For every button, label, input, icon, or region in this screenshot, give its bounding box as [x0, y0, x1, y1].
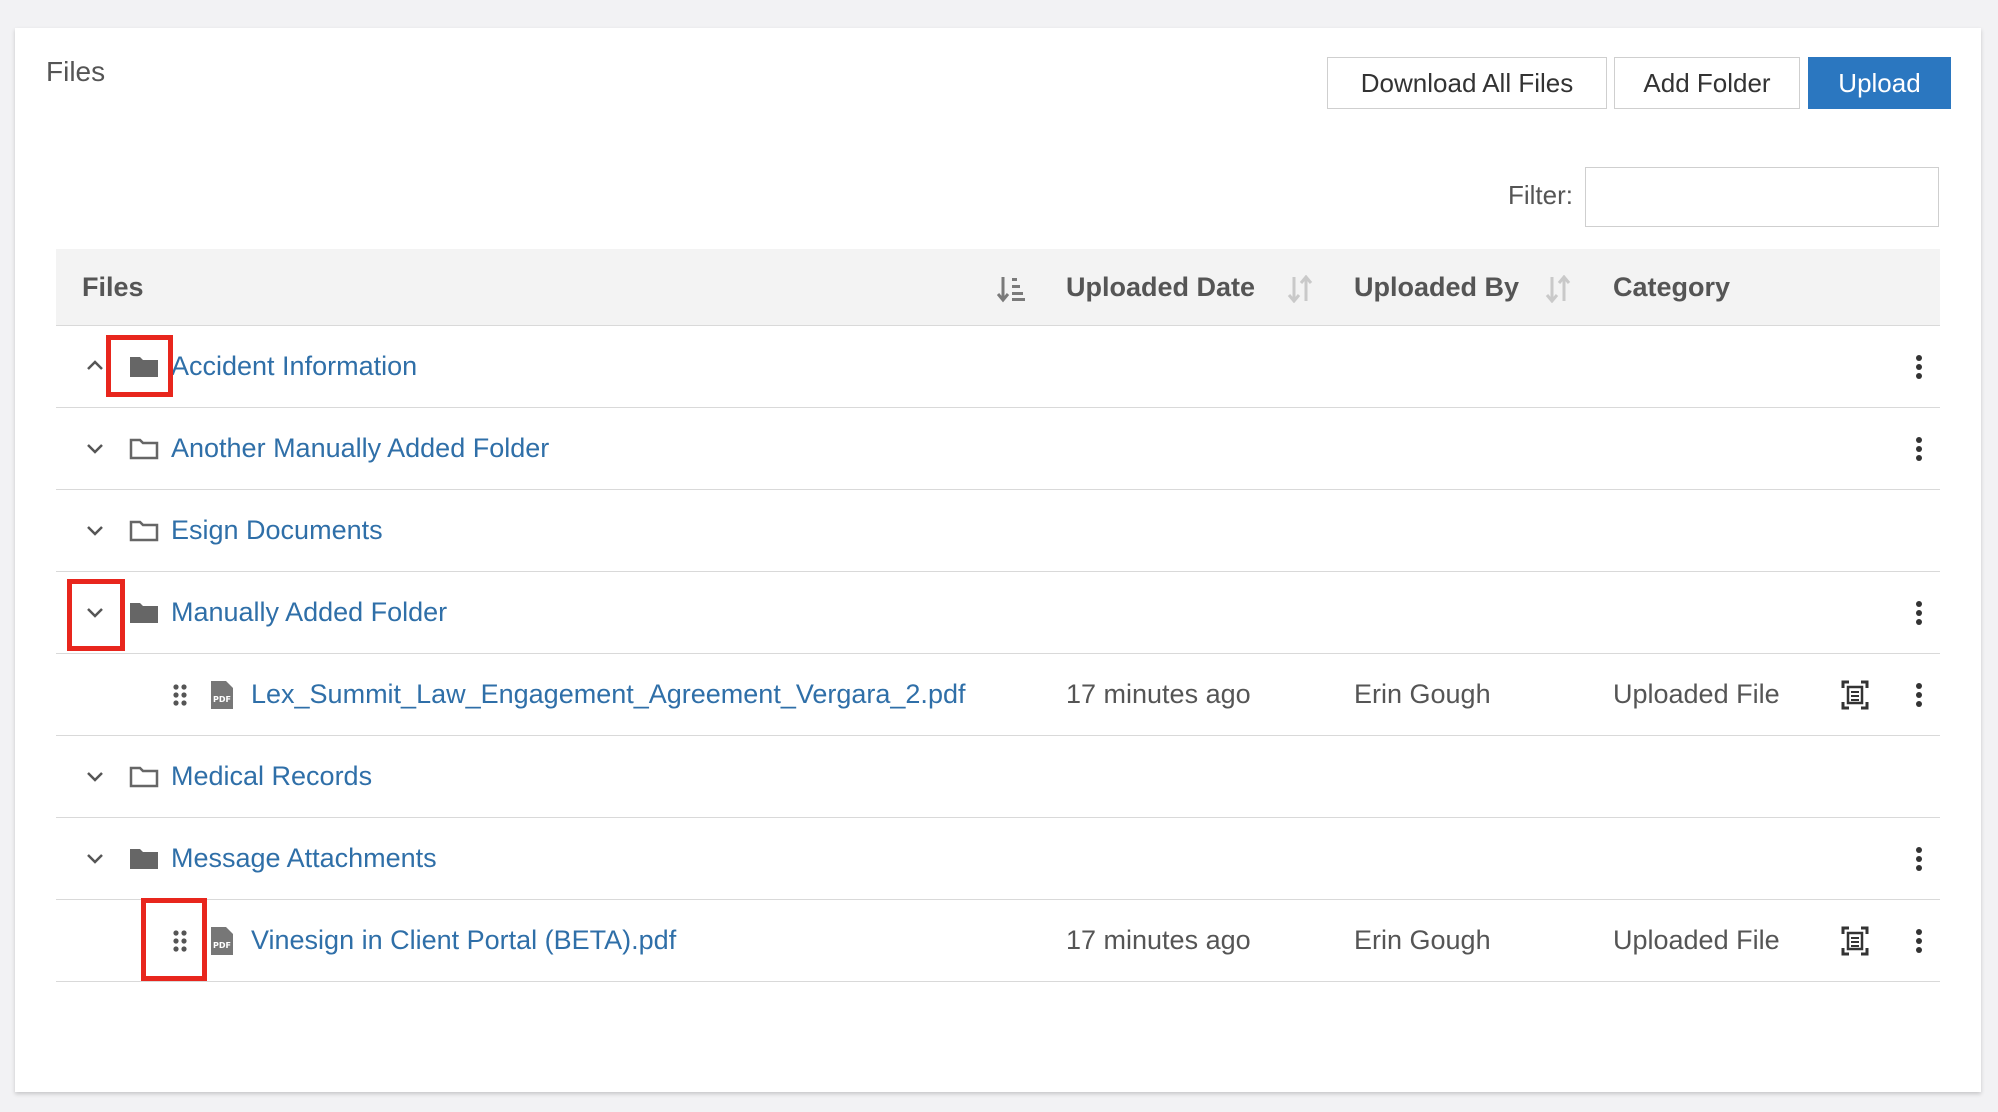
scan-document-icon[interactable] — [1841, 926, 1869, 956]
pdf-file-icon: PDF — [211, 681, 233, 709]
more-options-icon[interactable] — [1915, 354, 1923, 380]
header-files[interactable]: Files — [82, 249, 144, 326]
panel-title: Files — [46, 56, 106, 87]
header-uploaded-date[interactable]: Uploaded Date — [1066, 249, 1255, 326]
folder-row[interactable]: Esign Documents — [56, 490, 1940, 572]
folder-name-link[interactable]: Manually Added Folder — [171, 572, 447, 653]
more-options-icon[interactable] — [1915, 846, 1923, 872]
category: Uploaded File — [1613, 925, 1780, 955]
filter-label: Filter: — [1508, 180, 1573, 210]
folder-name-link[interactable]: Another Manually Added Folder — [171, 408, 549, 489]
uploaded-date: 17 minutes ago — [1066, 679, 1251, 709]
more-options-icon[interactable] — [1915, 928, 1923, 954]
uploaded-date: 17 minutes ago — [1066, 925, 1251, 955]
more-options-icon[interactable] — [1915, 436, 1923, 462]
more-options-icon[interactable] — [1915, 600, 1923, 626]
header-category: Category — [1613, 249, 1730, 326]
sort-ascending-icon[interactable] — [997, 275, 1025, 303]
chevron-down-icon[interactable] — [86, 767, 104, 785]
file-row[interactable]: PDF Lex_Summit_Law_Engagement_Agreement_… — [56, 654, 1940, 736]
folder-row[interactable]: Another Manually Added Folder — [56, 408, 1940, 490]
scan-document-icon[interactable] — [1841, 680, 1869, 710]
folder-outline-icon — [129, 438, 159, 460]
filter-input[interactable] — [1585, 167, 1939, 227]
header-category-label: Category — [1613, 272, 1731, 302]
add-folder-button[interactable]: Add Folder — [1614, 57, 1800, 109]
header-files-label: Files — [82, 272, 144, 302]
header-uploaded-by-label: Uploaded By — [1354, 272, 1520, 302]
drag-handle-icon[interactable] — [172, 929, 188, 953]
folder-outline-icon — [129, 766, 159, 788]
header-uploaded-date-label: Uploaded Date — [1066, 272, 1256, 302]
file-row[interactable]: PDF Vinesign in Client Portal (BETA).pdf… — [56, 900, 1940, 982]
more-options-icon[interactable] — [1915, 682, 1923, 708]
chevron-down-icon[interactable] — [86, 603, 104, 621]
chevron-up-icon[interactable] — [86, 357, 104, 375]
drag-handle-icon[interactable] — [172, 683, 188, 707]
folder-name-link[interactable]: Esign Documents — [171, 490, 383, 571]
svg-text:PDF: PDF — [213, 695, 231, 704]
files-table: Files Uploaded Date Uploaded By Category… — [56, 249, 1940, 982]
folder-row[interactable]: Manually Added Folder — [56, 572, 1940, 654]
folder-filled-icon — [130, 357, 158, 377]
pdf-file-icon: PDF — [211, 927, 233, 955]
folder-filled-icon — [130, 603, 158, 623]
chevron-down-icon[interactable] — [86, 439, 104, 457]
folder-name-link[interactable]: Message Attachments — [171, 818, 437, 899]
header-uploaded-by[interactable]: Uploaded By — [1354, 249, 1519, 326]
folder-row[interactable]: Medical Records — [56, 736, 1940, 818]
folder-row[interactable]: Accident Information — [56, 326, 1940, 408]
sort-both-icon[interactable] — [1286, 275, 1314, 303]
chevron-down-icon[interactable] — [86, 521, 104, 539]
file-name-link[interactable]: Vinesign in Client Portal (BETA).pdf — [251, 900, 676, 981]
upload-button[interactable]: Upload — [1808, 57, 1951, 109]
uploaded-by: Erin Gough — [1354, 925, 1491, 955]
svg-text:PDF: PDF — [213, 941, 231, 950]
folder-row[interactable]: Message Attachments — [56, 818, 1940, 900]
table-header: Files Uploaded Date Uploaded By Category — [56, 249, 1940, 326]
folder-name-link[interactable]: Accident Information — [171, 326, 417, 407]
category: Uploaded File — [1613, 679, 1780, 709]
folder-outline-icon — [129, 520, 159, 542]
sort-both-icon[interactable] — [1544, 275, 1572, 303]
chevron-down-icon[interactable] — [86, 849, 104, 867]
uploaded-by: Erin Gough — [1354, 679, 1491, 709]
folder-filled-icon — [130, 849, 158, 869]
file-name-link[interactable]: Lex_Summit_Law_Engagement_Agreement_Verg… — [251, 654, 965, 735]
files-panel: Files Download All Files Add Folder Uplo… — [15, 28, 1981, 1092]
download-all-files-button[interactable]: Download All Files — [1327, 57, 1607, 109]
folder-name-link[interactable]: Medical Records — [171, 736, 372, 817]
